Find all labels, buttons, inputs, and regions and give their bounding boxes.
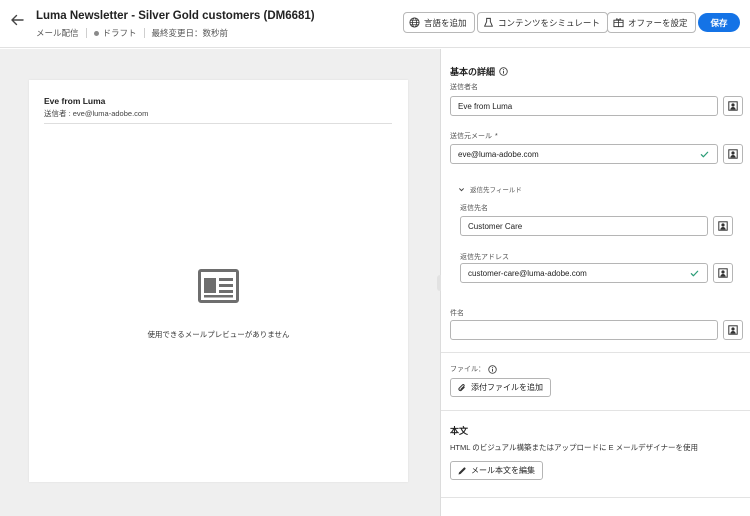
status-dot [93, 30, 99, 36]
arrow-left-icon[interactable] [9, 12, 25, 28]
sender-email-label: 送信元メール * [450, 131, 498, 141]
sender-email-personalize-button[interactable] [723, 144, 743, 164]
add-language-label: 言語を追加 [424, 17, 467, 28]
reply-to-toggle-label: 返信先フィールド [470, 187, 522, 194]
basic-details-title: 基本の詳細 [450, 65, 508, 78]
preview-sender-name: Eve from Luma [44, 96, 106, 106]
subject-label: 件名 [450, 310, 464, 317]
offers-label: オファーを設定 [628, 17, 688, 28]
required-marker: * [495, 133, 498, 140]
page-meta: メール配信 ドラフト 最終変更日：数秒前 [36, 27, 228, 39]
sender-email-value: eve@luma-adobe.com [458, 149, 539, 159]
header-bar: Luma Newsletter - Silver Gold customers … [0, 0, 750, 48]
channel-label: メール配信 [36, 28, 79, 38]
personalization-icon [728, 101, 738, 111]
simulate-label: コンテンツをシミュレート [498, 17, 600, 28]
section-divider [441, 497, 750, 498]
globe-icon [409, 17, 420, 28]
body-description: HTML のビジュアル構築またはアップロードに E メールデザイナーを使用 [450, 443, 698, 452]
subject-input[interactable] [450, 320, 718, 340]
reply-name-personalize-button[interactable] [713, 216, 733, 236]
status-badge: ドラフト [102, 28, 137, 38]
info-icon[interactable] [499, 67, 508, 76]
reply-address-input[interactable]: customer-care@luma-adobe.com [460, 263, 708, 283]
sender-email-label-text: 送信元メール [450, 133, 492, 140]
info-icon[interactable] [488, 364, 497, 374]
reply-name-value: Customer Care [468, 221, 523, 231]
sender-name-personalize-button[interactable] [723, 96, 743, 116]
meta-divider [143, 28, 145, 38]
reply-address-personalize-button[interactable] [713, 263, 733, 283]
file-label: ファイル： [450, 364, 497, 374]
personalization-icon [728, 325, 738, 335]
email-preview-icon [198, 269, 239, 303]
reply-address-label: 返信先アドレス [460, 254, 509, 261]
no-preview-message: 使用できるメールプレビューがありません [147, 330, 290, 339]
check-icon [690, 270, 699, 277]
sender-name-value: Eve from Luma [458, 101, 513, 111]
edit-email-body-button[interactable]: メール本文を編集 [450, 461, 543, 480]
preview-divider [44, 123, 392, 124]
sender-email-input[interactable]: eve@luma-adobe.com [450, 144, 718, 164]
preview-sender-line: 送信者 : eve@luma-adobe.com [44, 109, 149, 118]
page-title: Luma Newsletter - Silver Gold customers … [36, 10, 315, 22]
last-modified: 最終変更日：数秒前 [151, 28, 229, 38]
reply-to-toggle[interactable]: 返信先フィールド [458, 184, 522, 194]
edit-email-body-label: メール本文を編集 [471, 466, 535, 475]
check-icon [700, 151, 709, 158]
properties-panel: 基本の詳細 送信者名 Eve from Luma 送信元メール * eve@lum… [441, 49, 750, 516]
reply-name-label: 返信先名 [460, 205, 488, 212]
sender-name-input[interactable]: Eve from Luma [450, 96, 718, 116]
reply-name-input[interactable]: Customer Care [460, 216, 708, 236]
reply-address-value: customer-care@luma-adobe.com [468, 268, 587, 278]
paperclip-icon [458, 383, 465, 391]
subject-personalize-button[interactable] [723, 320, 743, 340]
personalization-icon [728, 149, 738, 159]
pencil-icon [458, 466, 466, 474]
body-section-title: 本文 [450, 426, 469, 436]
save-button[interactable]: 保存 [698, 13, 740, 32]
add-attachment-button[interactable]: 添付ファイルを追加 [450, 378, 551, 397]
personalization-icon [718, 268, 728, 278]
set-offers-button[interactable]: オファーを設定 [607, 12, 696, 33]
simulate-content-button[interactable]: コンテンツをシミュレート [477, 12, 608, 33]
simulate-icon [483, 17, 494, 27]
basic-details-label: 基本の詳細 [450, 67, 496, 77]
email-preview-card: Eve from Luma 送信者 : eve@luma-adobe.com 使… [29, 80, 408, 482]
add-attachment-label: 添付ファイルを追加 [471, 383, 543, 392]
chevron-down-icon [458, 187, 465, 191]
file-label-text: ファイル： [450, 366, 485, 373]
sender-name-label: 送信者名 [450, 84, 478, 91]
add-language-button[interactable]: 言語を追加 [403, 12, 475, 33]
section-divider [441, 410, 750, 411]
meta-divider [85, 28, 87, 38]
section-divider [441, 352, 750, 353]
personalization-icon [718, 221, 728, 231]
offer-icon [613, 18, 624, 28]
